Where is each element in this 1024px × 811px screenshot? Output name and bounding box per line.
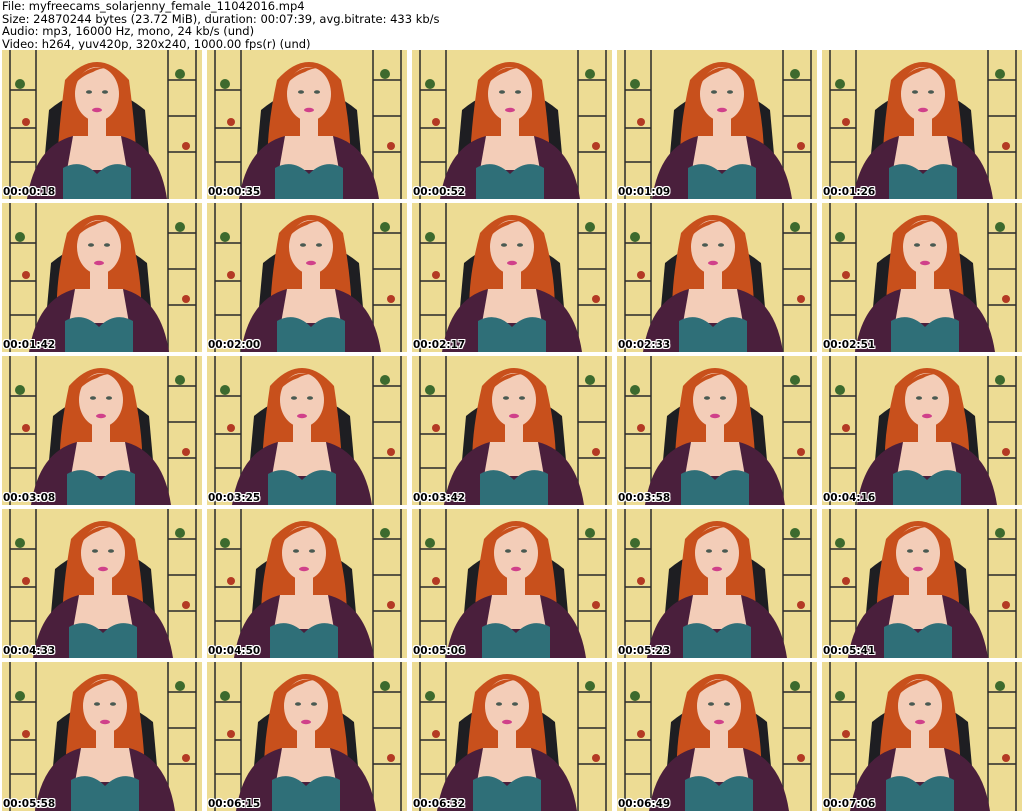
video-thumbnail: 00:04:33 [2,509,202,658]
video-info-line: Video: h264, yuv420p, 320x240, 1000.00 f… [2,36,311,51]
frame-image [207,203,407,352]
video-thumbnail: 00:02:51 [822,203,1022,352]
frame-timestamp: 00:00:35 [208,186,261,198]
frame-image [207,509,407,658]
frame-timestamp: 00:01:42 [3,339,56,351]
frame-timestamp: 00:05:23 [618,645,671,657]
file-name-line: File: myfreecams_solarjenny_female_11042… [2,0,305,13]
frame-timestamp: 00:04:33 [3,645,56,657]
frame-image [412,662,612,811]
video-thumbnail: 00:01:26 [822,50,1022,199]
frame-timestamp: 00:02:33 [618,339,671,351]
video-thumbnail: 00:03:25 [207,356,407,505]
frame-timestamp: 00:05:58 [3,798,56,810]
thumbnail-grid: 00:00:18 00:00:35 00:00:52 00:01:09 00:0… [2,50,1022,811]
frame-timestamp: 00:04:50 [208,645,261,657]
frame-timestamp: 00:00:18 [3,186,56,198]
frame-image [412,509,612,658]
frame-timestamp: 00:02:51 [823,339,876,351]
frame-image [412,50,612,199]
video-thumbnail: 00:07:06 [822,662,1022,811]
frame-timestamp: 00:03:58 [618,492,671,504]
frame-image [822,50,1022,199]
video-thumbnail: 00:05:41 [822,509,1022,658]
frame-timestamp: 00:00:52 [413,186,466,198]
frame-image [2,50,202,199]
video-thumbnail: 00:06:15 [207,662,407,811]
frame-image [412,203,612,352]
video-thumbnail: 00:02:33 [617,203,817,352]
frame-image [822,356,1022,505]
frame-timestamp: 00:03:42 [413,492,466,504]
frame-timestamp: 00:01:09 [618,186,671,198]
frame-image [207,662,407,811]
frame-image [207,356,407,505]
video-thumbnail: 00:05:06 [412,509,612,658]
video-thumbnail: 00:00:18 [2,50,202,199]
frame-image [822,203,1022,352]
frame-timestamp: 00:03:08 [3,492,56,504]
frame-image [617,203,817,352]
frame-image [617,509,817,658]
frame-image [2,509,202,658]
frame-image [617,662,817,811]
frame-timestamp: 00:01:26 [823,186,876,198]
video-thumbnail: 00:04:16 [822,356,1022,505]
frame-timestamp: 00:06:15 [208,798,261,810]
video-thumbnail: 00:03:58 [617,356,817,505]
video-thumbnail: 00:05:58 [2,662,202,811]
video-thumbnail: 00:04:50 [207,509,407,658]
frame-timestamp: 00:06:49 [618,798,671,810]
frame-image [2,356,202,505]
frame-timestamp: 00:02:17 [413,339,466,351]
frame-image [822,509,1022,658]
frame-timestamp: 00:05:41 [823,645,876,657]
frame-image [2,662,202,811]
video-thumbnail: 00:02:17 [412,203,612,352]
video-thumbnail: 00:03:08 [2,356,202,505]
file-info-header: File: myfreecams_solarjenny_female_11042… [2,0,1022,50]
video-thumbnail: 00:01:42 [2,203,202,352]
frame-timestamp: 00:02:00 [208,339,261,351]
video-thumbnail: 00:06:49 [617,662,817,811]
frame-image [412,356,612,505]
video-thumbnail: 00:00:35 [207,50,407,199]
video-thumbnail: 00:01:09 [617,50,817,199]
frame-timestamp: 00:04:16 [823,492,876,504]
frame-image [822,662,1022,811]
video-thumbnail: 00:06:32 [412,662,612,811]
frame-image [617,356,817,505]
frame-image [207,50,407,199]
frame-image [617,50,817,199]
frame-timestamp: 00:06:32 [413,798,466,810]
frame-timestamp: 00:07:06 [823,798,876,810]
frame-timestamp: 00:03:25 [208,492,261,504]
frame-image [2,203,202,352]
video-thumbnail: 00:00:52 [412,50,612,199]
video-thumbnail: 00:03:42 [412,356,612,505]
frame-timestamp: 00:05:06 [413,645,466,657]
video-thumbnail: 00:05:23 [617,509,817,658]
audio-info-line: Audio: mp3, 16000 Hz, mono, 24 kb/s (und… [2,24,255,38]
video-thumbnail: 00:02:00 [207,203,407,352]
